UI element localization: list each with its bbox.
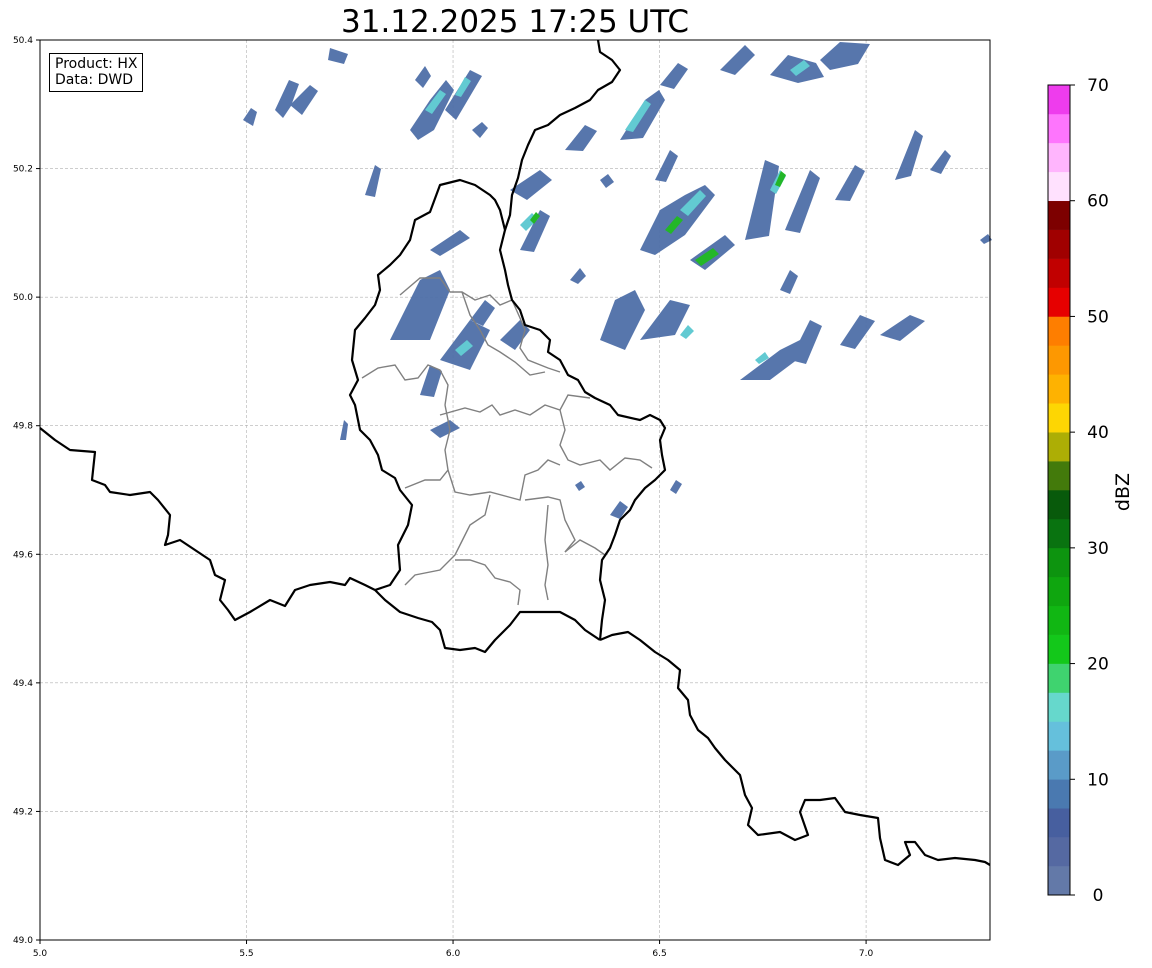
colorbar-tick-label: 40 bbox=[1087, 423, 1109, 443]
colorbar: 0 10 20 30 40 50 60 70 bbox=[1047, 76, 1109, 906]
colorbar-tick-label: 30 bbox=[1087, 539, 1109, 559]
map-axes: 5.0 5.5 6.0 6.5 7.0 49.0 49.2 49.4 49.6 49.8 50.0 5… bbox=[13, 36, 991, 959]
colorbar-segment bbox=[1048, 85, 1070, 115]
grid-lines bbox=[39, 39, 990, 941]
colorbar-segment bbox=[1048, 750, 1070, 780]
data-source-label: Data: DWD bbox=[55, 72, 133, 88]
colorbar-segment bbox=[1048, 113, 1070, 144]
colorbar-segment bbox=[1048, 461, 1070, 491]
colorbar-segment bbox=[1048, 866, 1070, 896]
colorbar-segment bbox=[1048, 200, 1070, 230]
x-tick-label: 6.0 bbox=[446, 949, 461, 959]
colorbar-segment bbox=[1048, 634, 1070, 664]
colorbar-tick-label: 0 bbox=[1093, 886, 1104, 906]
product-info-box: Product: HX Data: DWD bbox=[49, 53, 144, 92]
colorbar-segment bbox=[1048, 171, 1070, 202]
colorbar-segment bbox=[1048, 490, 1070, 520]
colorbar-segment bbox=[1048, 403, 1070, 433]
y-tick-label: 50.2 bbox=[13, 165, 33, 175]
colorbar-segment bbox=[1048, 605, 1070, 635]
colorbar-tick-label: 70 bbox=[1087, 76, 1109, 96]
map-frame bbox=[39, 39, 991, 941]
colorbar-segment bbox=[1048, 374, 1070, 404]
x-tick-label: 7.0 bbox=[859, 949, 874, 959]
colorbar-segment bbox=[1048, 547, 1070, 578]
colorbar-segment bbox=[1048, 721, 1070, 751]
colorbar-segment bbox=[1048, 576, 1070, 607]
colorbar-segment bbox=[1048, 229, 1070, 259]
colorbar-tick-label: 20 bbox=[1087, 655, 1109, 675]
y-tick-label: 49.8 bbox=[13, 422, 33, 432]
y-tick-label: 49.2 bbox=[13, 807, 33, 817]
colorbar-segment bbox=[1048, 663, 1070, 693]
colorbar-segment bbox=[1048, 779, 1070, 809]
y-tick-label: 49.4 bbox=[13, 679, 33, 689]
colorbar-segment bbox=[1048, 287, 1070, 317]
country-borders bbox=[39, 39, 991, 867]
y-tick-label: 49.6 bbox=[13, 550, 33, 560]
colorbar-segment bbox=[1048, 808, 1070, 838]
colorbar-tick-label: 10 bbox=[1087, 770, 1109, 790]
colorbar-segment bbox=[1048, 837, 1070, 867]
colorbar-segment bbox=[1048, 432, 1070, 462]
colorbar-segment bbox=[1048, 316, 1070, 346]
y-tick-label: 50.4 bbox=[13, 36, 33, 46]
radar-echoes bbox=[243, 42, 992, 519]
product-label: Product: HX bbox=[55, 56, 138, 72]
x-tick-label: 5.5 bbox=[239, 949, 253, 959]
radar-map: 5.0 5.5 6.0 6.5 7.0 49.0 49.2 49.4 49.6 49.8 50.0 5… bbox=[13, 36, 1109, 959]
colorbar-tick-label: 60 bbox=[1087, 192, 1109, 212]
y-tick-label: 49.0 bbox=[13, 936, 33, 946]
colorbar-tick-label: 50 bbox=[1087, 307, 1109, 327]
colorbar-segment bbox=[1048, 142, 1070, 173]
colorbar-segment bbox=[1048, 345, 1070, 375]
colorbar-segment bbox=[1048, 518, 1070, 549]
x-tick-label: 5.0 bbox=[33, 949, 48, 959]
colorbar-segment bbox=[1048, 692, 1070, 722]
y-tick-label: 50.0 bbox=[13, 293, 33, 303]
x-tick-label: 6.5 bbox=[652, 949, 666, 959]
colorbar-segment bbox=[1048, 258, 1070, 288]
colorbar-label: dBZ bbox=[1112, 472, 1134, 512]
